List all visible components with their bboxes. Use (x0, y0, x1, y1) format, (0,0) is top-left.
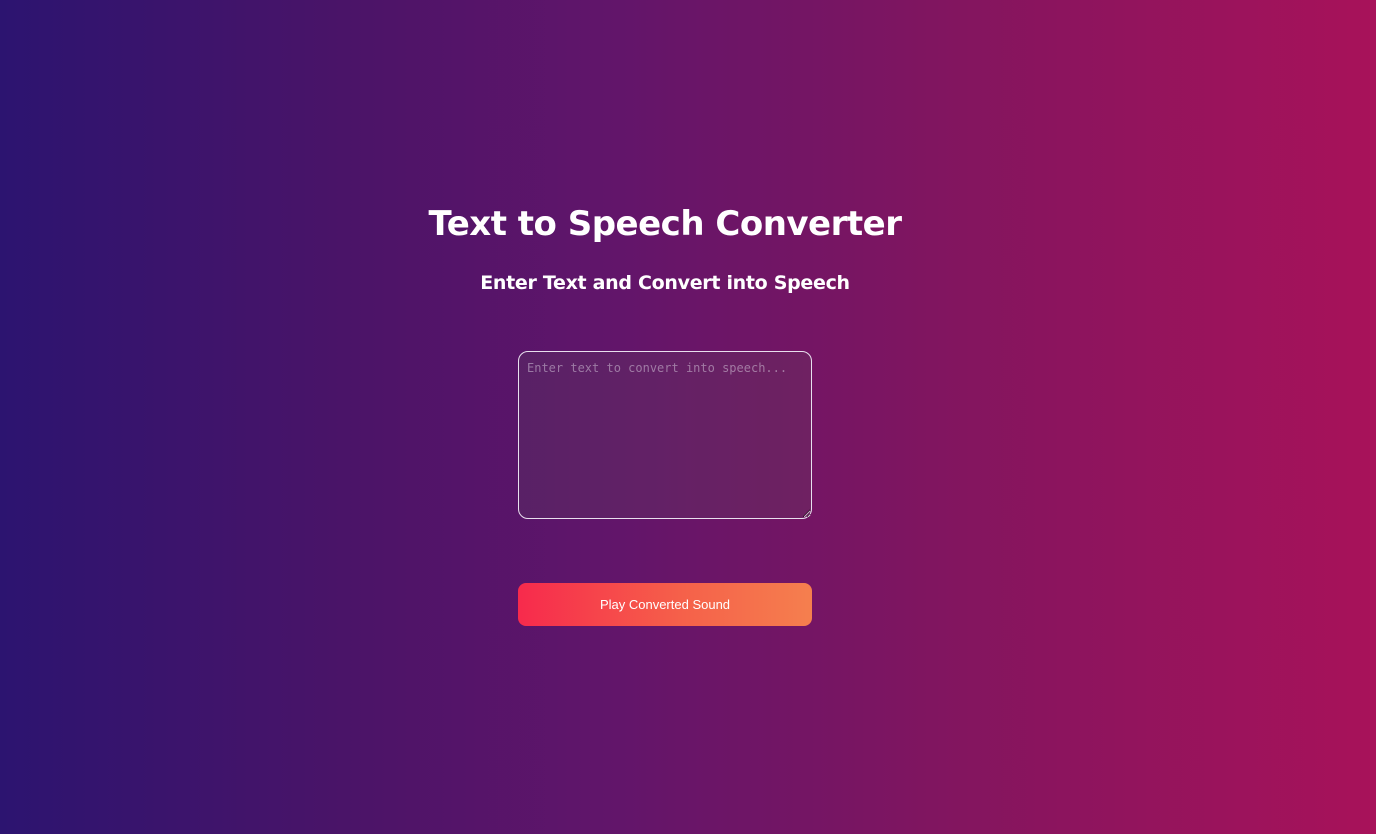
page-title: Text to Speech Converter (428, 204, 902, 244)
speech-text-input[interactable] (518, 351, 812, 519)
page-subtitle: Enter Text and Convert into Speech (480, 272, 850, 294)
play-converted-sound-button[interactable]: Play Converted Sound (518, 583, 812, 626)
